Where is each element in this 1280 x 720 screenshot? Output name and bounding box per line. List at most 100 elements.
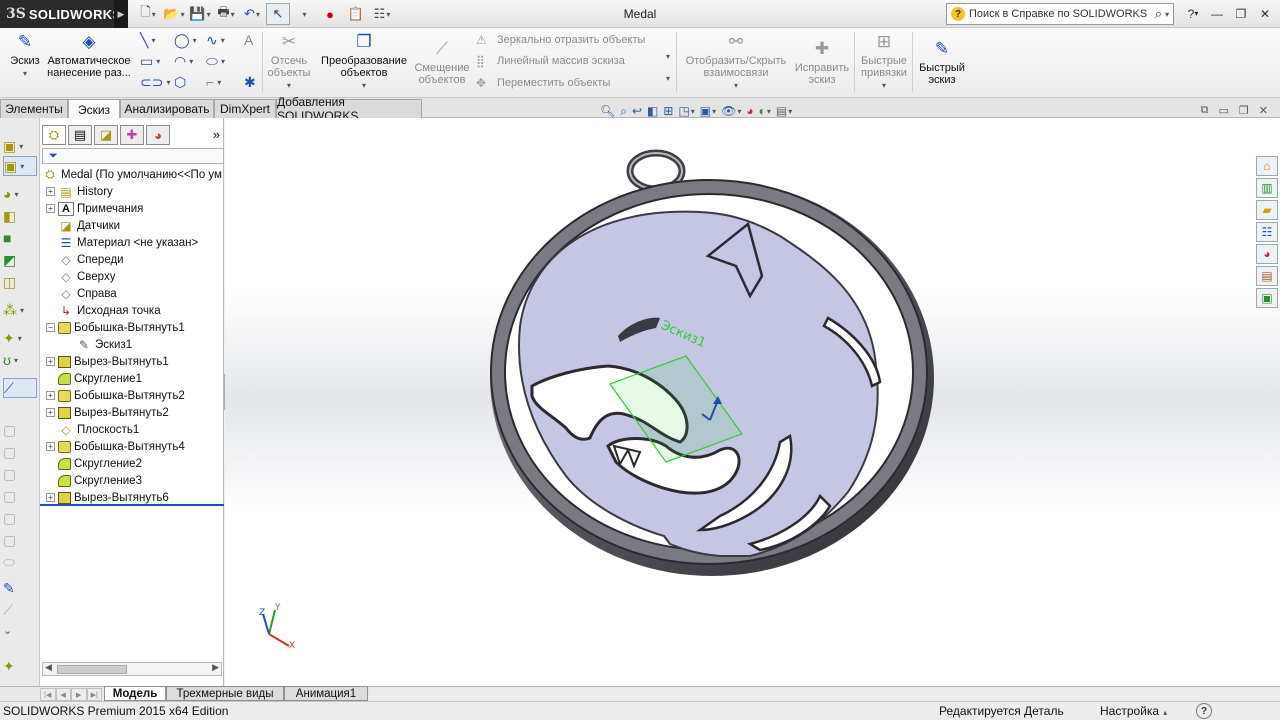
scroll-thumb[interactable] [57,665,127,674]
more-tabs-chevron-icon[interactable]: » [213,127,220,142]
lt-sketch-button[interactable]: ✎ [3,578,37,598]
save-button[interactable]: 💾 ▾ [188,3,212,25]
tree-item-cut-extrude2[interactable]: + Вырез-Вытянуть2 [46,404,169,421]
view-settings-button[interactable]: ▤ ▾ [776,102,792,120]
dynamic-annotation-button[interactable]: ⊞ [663,102,673,120]
zoom-to-area-button[interactable]: ⌕ [620,102,627,120]
arc-tool-button[interactable]: ◠ ▾ [174,51,206,71]
tree-item-annotations[interactable]: + A Примечания [46,200,143,217]
smart-dimension-button[interactable]: ◈ Автоматическое нанесение раз... [46,31,132,79]
line-tool-button[interactable]: ╲ ▾ [140,30,172,50]
circle-tool-button[interactable]: ◯ ▾ [174,30,206,50]
display-style-button[interactable]: ▣ ▾ [700,102,716,120]
view-palette-tab[interactable]: ☷ [1256,222,1278,242]
lt-feature-button-2[interactable]: ▣ ▾ [3,156,37,176]
tree-item-sensors[interactable]: ◪ Датчики [46,217,120,234]
sketch-button[interactable]: ✎ Эскиз ▾ [6,31,44,80]
last-tab-icon[interactable]: ▶| [86,688,102,701]
search-icon[interactable]: ⌕ [1155,6,1162,22]
fillet-tool-button[interactable]: ⌐ ▾ [206,72,238,92]
lt-disabled-button-3[interactable]: ▢ [3,464,37,484]
prev-tab-icon[interactable]: ◀ [55,688,71,701]
rectangle-tool-button[interactable]: ▭ ▾ [140,51,172,71]
lt-rib-button[interactable]: ◩ [3,250,37,270]
dimxpertmanager-tab[interactable]: ✚ [120,125,144,145]
tab-3d-views[interactable]: Трехмерные виды [166,686,284,701]
hide-show-items-button[interactable]: 👁︎ ▾ [721,102,741,120]
rapid-sketch-button[interactable]: ✎ Быстрый эскиз [914,38,970,86]
lt-3dsketch-button[interactable]: ⟋ [3,600,37,620]
lt-wrap-button[interactable]: ◫ [3,272,37,292]
tab-evaluate[interactable]: Анализировать [120,99,214,118]
design-library-tab[interactable]: ▥ [1256,178,1278,198]
lt-curves-button[interactable]: ʊ ▾ [3,350,37,370]
tree-item-cut-extrude1[interactable]: + Вырез-Вытянуть1 [46,353,169,370]
scroll-right-icon[interactable]: ▶ [212,662,219,673]
rebuild-button[interactable]: ● [318,3,342,25]
viewport-close-icon[interactable]: ✕ [1259,104,1268,117]
tree-item-right-plane[interactable]: ◇ Справа [46,285,116,302]
mirror-entities-button[interactable]: ⚠ Зеркально отразить объекты [476,31,645,49]
view-orientation-button[interactable]: ◳ ▾ [678,102,694,120]
section-view-button[interactable]: ◧ [647,102,658,120]
linear-pattern-button[interactable]: ⣿ Линейный массив эскиза [476,52,625,70]
lt-feature-button-1[interactable]: ▣ ▾ [3,136,37,156]
tab-sketch[interactable]: Эскиз [68,99,120,119]
lt-disabled-button-2[interactable]: ▢ [3,442,37,462]
tree-item-front-plane[interactable]: ◇ Спереди [46,251,123,268]
lt-disabled-button-7[interactable]: ⬭ [3,552,37,572]
tab-model[interactable]: Модель [104,686,166,701]
tree-item-material[interactable]: ☰ Материал <не указан> [46,234,199,251]
trim-entities-button[interactable]: ✂ Отсечь объекты ▾ [266,31,312,92]
lt-pattern-button[interactable]: ◧ [3,206,37,226]
lt-more-button[interactable]: ⌄ [3,620,37,640]
solidworks-logo-menu[interactable]: 3S SOLIDWORKS ▶ [0,0,128,28]
viewport-minimize-icon[interactable]: ▭ [1219,104,1229,117]
repair-sketch-button[interactable]: ✚ Исправить эскиз [790,38,854,86]
graphics-area[interactable]: ⌂ ▥ ▰ ☷ ◕ ▤ ▣ Эскиз1 X Y Z [225,118,1280,686]
menu-expand-arrow-icon[interactable]: ▶ [114,0,128,28]
lt-reference-geometry-button[interactable]: ✦ ▾ [3,328,37,348]
tree-item-boss-extrude4[interactable]: + Бобышка-Вытянуть4 [46,438,185,455]
tree-item-top-plane[interactable]: ◇ Сверху [46,268,115,285]
select-dropdown[interactable]: ▾ [292,3,316,25]
open-button[interactable]: 📂 ▾ [162,3,186,25]
custom-properties-tab[interactable]: ▤ [1256,266,1278,286]
expand-icon[interactable]: + [46,408,55,417]
ellipse-tool-button[interactable]: ⬭ ▾ [206,51,238,71]
zoom-to-fit-button[interactable]: 🔍︎ [600,102,615,120]
tree-item-fillet2[interactable]: Скругление2 [46,455,142,472]
viewport-restore-icon[interactable]: ❐ [1239,104,1249,117]
lt-disabled-button-5[interactable]: ▢ [3,508,37,528]
new-document-button[interactable]: 🗋 ▾ [136,3,160,25]
displaymanager-tab[interactable]: ◕ [146,125,170,145]
expand-icon[interactable]: + [46,204,55,213]
configurationmanager-tab[interactable]: ◪ [94,125,118,145]
feature-tree-filter[interactable]: ⏷ [42,148,224,164]
expand-icon[interactable]: + [46,187,55,196]
tree-item-origin[interactable]: ↳ Исходная точка [46,302,161,319]
forum-tab[interactable]: ▣ [1256,288,1278,308]
display-relations-button[interactable]: ⚯ Отобразить/Скрыть взаимосвязи ▾ [682,31,790,92]
expand-icon[interactable]: + [46,391,55,400]
next-tab-icon[interactable]: ▶ [71,688,87,701]
scroll-left-icon[interactable]: ◀ [45,662,52,673]
viewport-split-icon[interactable]: ⧉ [1201,104,1209,117]
featuremanager-tab[interactable]: ⛭ [42,125,66,145]
quick-snaps-button[interactable]: ⊞ Быстрые привязки ▾ [856,31,912,92]
select-button[interactable]: ↖ [266,3,290,25]
tree-item-fillet1[interactable]: Скругление1 [46,370,142,387]
spline-tool-button[interactable]: ∿ ▾ [206,30,238,50]
tab-dimxpert[interactable]: DimXpert [214,99,276,118]
help-menu-button[interactable]: ? ▾ [1184,5,1202,22]
lt-instant3d-button[interactable]: ⟋ [3,378,37,398]
move-entities-button[interactable]: ✥ Переместить объекты [476,74,610,92]
minimize-button[interactable]: — [1208,5,1226,22]
options-button[interactable]: ☷ ▾ [370,3,394,25]
tab-solidworks-addins[interactable]: Добавления SOLIDWORKS [276,95,422,123]
offset-entities-button[interactable]: ⟋ Смещение объектов [414,38,470,86]
feature-tree-horizontal-scrollbar[interactable]: ◀ ▶ [42,662,222,676]
first-tab-icon[interactable]: |◀ [40,688,56,701]
lt-disabled-button-1[interactable]: ▢ [3,420,37,440]
help-search-box[interactable]: ? Поиск в Справке по SOLIDWORKS ⌕ ▾ [946,3,1174,25]
